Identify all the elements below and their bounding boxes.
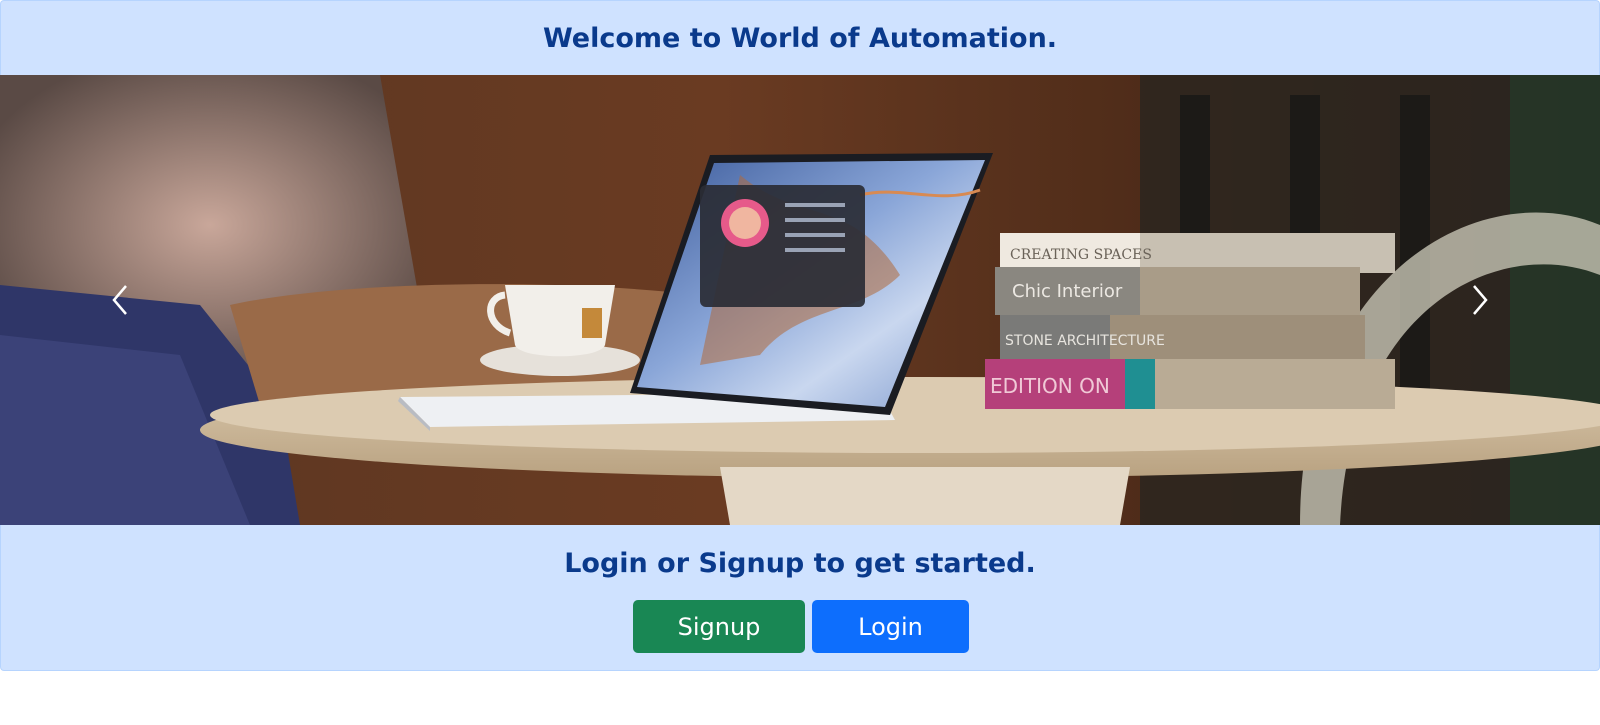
book-title-4: EDITION ON [990, 374, 1110, 398]
chevron-left-icon [112, 285, 127, 315]
welcome-title: Welcome to World of Automation. [542, 22, 1058, 54]
login-button[interactable]: Login [812, 600, 969, 653]
book-title-3: STONE ARCHITECTURE [1005, 333, 1165, 349]
chevron-right-icon [1473, 285, 1488, 315]
signup-button[interactable]: Signup [633, 600, 805, 653]
carousel-next-button[interactable] [1360, 75, 1600, 525]
welcome-banner: Welcome to World of Automation. [0, 0, 1600, 75]
cta-heading: Login or Signup to get started. [564, 548, 1036, 579]
carousel-prev-button[interactable] [0, 75, 240, 525]
cta-panel: Login or Signup to get started. Signup L… [0, 525, 1600, 671]
image-carousel: CREATING SPACES Chic Interior STONE ARCH… [0, 75, 1600, 525]
book-title-1: CREATING SPACES [1010, 247, 1152, 263]
book-title-2: Chic Interior [1012, 281, 1123, 302]
